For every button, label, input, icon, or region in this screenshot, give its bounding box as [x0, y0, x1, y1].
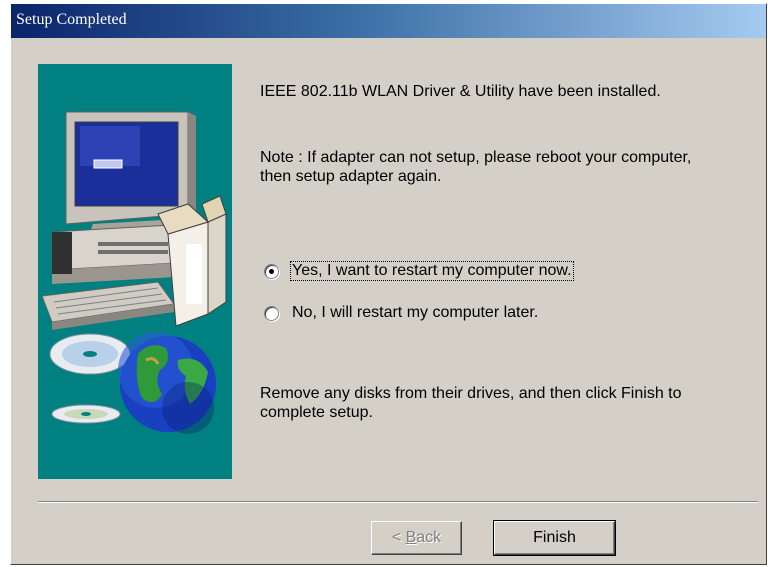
note-line-2: then setup adapter again.: [260, 168, 442, 185]
setup-dialog: Setup Completed IEEE 802.11b WLAN Driver…: [10, 3, 767, 565]
remove-line-2: complete setup.: [260, 404, 373, 421]
note-message: Note : If adapter can not setup, please …: [260, 148, 691, 186]
back-button-label: < Back: [391, 529, 442, 546]
restart-later-option[interactable]: No, I will restart my computer later.: [264, 302, 539, 324]
button-separator: [38, 501, 758, 503]
cd-disc-icon: [49, 333, 131, 424]
radio-selected-dot: [269, 268, 274, 274]
finish-button[interactable]: Finish: [493, 520, 616, 556]
restart-later-radio[interactable]: [264, 305, 279, 321]
restart-later-label[interactable]: No, I will restart my computer later.: [291, 304, 539, 322]
finish-button-label: Finish: [533, 529, 576, 546]
restart-now-option[interactable]: Yes, I want to restart my computer now.: [264, 260, 574, 282]
remove-disks-message: Remove any disks from their drives, and …: [260, 384, 682, 422]
window-title: Setup Completed: [16, 11, 127, 28]
globe-icon: [118, 332, 216, 434]
note-line-1: Note : If adapter can not setup, please …: [260, 149, 692, 166]
setup-illustration-panel: [38, 64, 232, 479]
restart-now-label[interactable]: Yes, I want to restart my computer now.: [290, 261, 574, 281]
back-button[interactable]: < Back: [371, 521, 462, 555]
title-bar[interactable]: Setup Completed: [11, 4, 766, 38]
setup-illustration: [41, 111, 227, 434]
remove-line-1: Remove any disks from their drives, and …: [260, 385, 682, 402]
restart-now-radio[interactable]: [264, 263, 279, 279]
installed-message: IEEE 802.11b WLAN Driver & Utility have …: [260, 83, 661, 100]
